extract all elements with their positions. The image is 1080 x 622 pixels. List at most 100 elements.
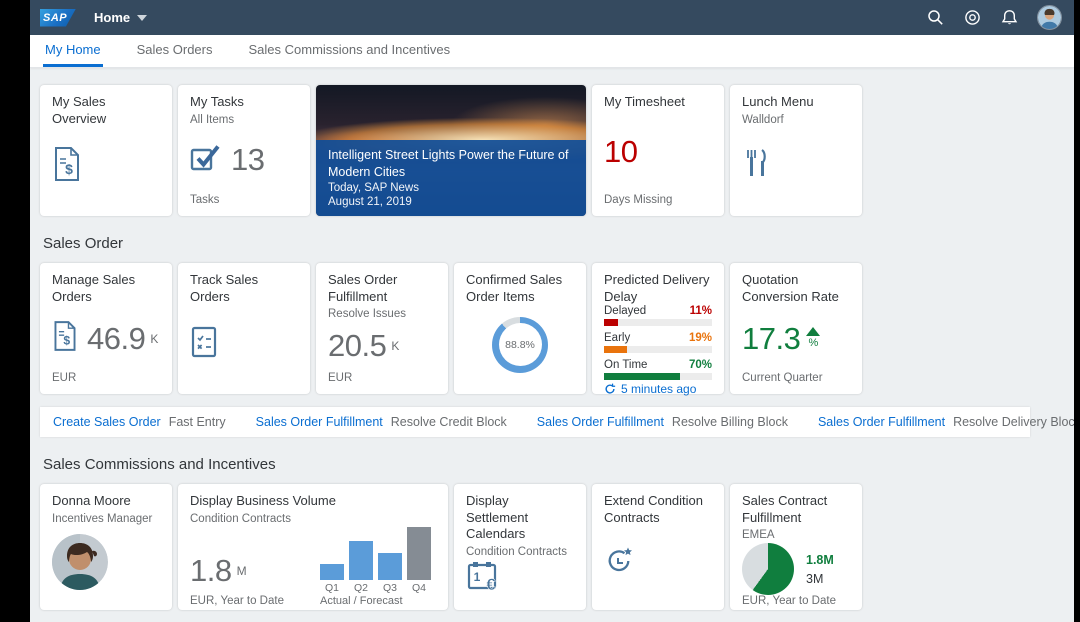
- tile-my-sales-overview[interactable]: My Sales Overview $: [40, 85, 172, 216]
- launchpad-content: My Sales Overview $ My Tasks All Items: [30, 68, 1074, 622]
- svg-text:$: $: [63, 334, 70, 348]
- chevron-down-icon: [137, 15, 147, 21]
- tile-sales-contract-fulfillment[interactable]: Sales Contract Fulfillment EMEA 1.8M 3M …: [730, 484, 862, 610]
- tile-footer: EUR: [52, 372, 160, 384]
- tile-predicted-delivery-delay[interactable]: Predicted Delivery Delay Delayed11% Earl…: [592, 263, 724, 394]
- column-q4: [407, 527, 431, 580]
- tile-donna-moore[interactable]: Donna Moore Incentives Manager: [40, 484, 172, 610]
- shell-menu-button[interactable]: Home: [94, 10, 147, 25]
- tile-title: Extend Condition Contracts: [604, 493, 712, 526]
- bar-value: 70%: [689, 359, 712, 371]
- chart-caption: Actual / Forecast: [320, 595, 436, 607]
- x-tick: Q3: [378, 582, 402, 594]
- notifications-icon[interactable]: [1000, 9, 1018, 27]
- sales-document-icon: $: [52, 320, 78, 357]
- sap-logo-text: SAP: [43, 12, 67, 24]
- bar-label: On Time: [604, 359, 647, 371]
- shell-title-text: Home: [94, 10, 130, 25]
- bar-label: Delayed: [604, 305, 646, 317]
- tile-title: My Tasks: [190, 94, 298, 111]
- sales-document-icon: $: [52, 146, 82, 187]
- tile-confirmed-sales-order-items[interactable]: Confirmed Sales Order Items 88.8%: [454, 263, 586, 394]
- tab-sales-commissions[interactable]: Sales Commissions and Incentives: [247, 35, 453, 67]
- kpi-value: 1.8: [190, 553, 232, 589]
- home-tile-row: My Sales Overview $ My Tasks All Items: [40, 85, 1064, 216]
- link-group: Sales Order Fulfillment Resolve Credit B…: [256, 415, 507, 429]
- tile-news-feed[interactable]: Intelligent Street Lights Power the Futu…: [316, 85, 586, 216]
- kpi-value: 20.5: [328, 328, 386, 364]
- section-header-commissions: Sales Commissions and Incentives: [43, 456, 1064, 473]
- bar-fill-early: [604, 346, 627, 353]
- refresh-link[interactable]: 5 minutes ago: [604, 382, 712, 396]
- tile-sales-order-fulfillment[interactable]: Sales Order Fulfillment Resolve Issues 2…: [316, 263, 448, 394]
- tile-footer: EUR: [328, 372, 436, 384]
- task-check-icon: [190, 142, 222, 177]
- tile-title: Sales Contract Fulfillment: [742, 493, 850, 526]
- tile-display-business-volume[interactable]: Display Business Volume Condition Contra…: [178, 484, 448, 610]
- link-sales-order-fulfillment[interactable]: Sales Order Fulfillment: [256, 415, 383, 429]
- user-avatar[interactable]: [1037, 5, 1062, 30]
- tile-title: Display Settlement Calendars: [466, 493, 574, 543]
- tile-extend-condition-contracts[interactable]: Extend Condition Contracts: [592, 484, 724, 610]
- extend-clock-star-icon: [604, 546, 634, 581]
- tile-title: Track Sales Orders: [190, 272, 298, 305]
- days-missing-count: 10: [604, 134, 637, 170]
- x-tick: Q1: [320, 582, 344, 594]
- kpi-value: 17.3: [742, 321, 800, 357]
- target-value: 3M: [806, 572, 834, 586]
- svg-text:$: $: [65, 161, 73, 177]
- tile-footer: Days Missing: [604, 194, 712, 206]
- tile-manage-sales-orders[interactable]: Manage Sales Orders $ 46.9 K EUR: [40, 263, 172, 394]
- link-group: Sales Order Fulfillment Resolve Billing …: [537, 415, 788, 429]
- tile-lunch-menu[interactable]: Lunch Menu Walldorf: [730, 85, 862, 216]
- link-description: Resolve Delivery Block: [953, 415, 1074, 429]
- link-create-sales-order[interactable]: Create Sales Order: [53, 415, 161, 429]
- link-description: Resolve Credit Block: [391, 415, 507, 429]
- fiori-launchpad: SAP Home My Home Sales Orders Sales Comm…: [30, 0, 1074, 622]
- news-headline: Intelligent Street Lights Power the Futu…: [328, 147, 574, 180]
- donut-center-label: 88.8%: [505, 339, 535, 351]
- tile-title: Lunch Menu: [742, 94, 850, 111]
- tile-subtitle: Incentives Manager: [52, 513, 160, 525]
- checklist-document-icon: [190, 326, 218, 363]
- bar-value: 19%: [689, 332, 712, 344]
- quick-link-strip: Create Sales Order Fast Entry Sales Orde…: [40, 407, 1030, 437]
- tile-subtitle: Condition Contracts: [190, 513, 436, 525]
- x-tick: Q4: [407, 582, 431, 594]
- link-sales-order-fulfillment[interactable]: Sales Order Fulfillment: [537, 415, 664, 429]
- tile-subtitle: Walldorf: [742, 114, 850, 126]
- copilot-icon[interactable]: [963, 9, 981, 27]
- tile-title: Confirmed Sales Order Items: [466, 272, 574, 305]
- tile-quotation-conversion-rate[interactable]: Quotation Conversion Rate 17.3 % Current…: [730, 263, 862, 394]
- shell-bar: SAP Home: [30, 0, 1074, 35]
- meal-icon: [742, 148, 768, 183]
- link-description: Fast Entry: [169, 415, 226, 429]
- column-q1: [320, 564, 344, 580]
- kpi-unit: %: [808, 337, 818, 349]
- column-q3: [378, 553, 402, 580]
- sap-logo[interactable]: SAP: [40, 9, 76, 27]
- tab-my-home[interactable]: My Home: [43, 35, 103, 67]
- link-sales-order-fulfillment[interactable]: Sales Order Fulfillment: [818, 415, 945, 429]
- tile-title: Sales Order Fulfillment: [328, 272, 436, 305]
- tile-title: My Sales Overview: [52, 94, 160, 127]
- tile-subtitle: EMEA: [742, 529, 850, 541]
- commissions-tile-row: Donna Moore Incentives Manager Display B…: [40, 484, 1064, 610]
- tile-track-sales-orders[interactable]: Track Sales Orders: [178, 263, 310, 394]
- link-group: Sales Order Fulfillment Resolve Delivery…: [818, 415, 1074, 429]
- confirmed-donut: 88.8%: [492, 317, 548, 373]
- tile-footer: Tasks: [190, 194, 298, 206]
- refresh-icon: [604, 383, 616, 395]
- anchor-tab-bar: My Home Sales Orders Sales Commissions a…: [30, 35, 1074, 68]
- tasks-count: 13: [231, 142, 264, 178]
- kpi-unit: M: [237, 564, 247, 578]
- tile-my-tasks[interactable]: My Tasks All Items 13 Tasks: [178, 85, 310, 216]
- section-header-sales-order: Sales Order: [43, 235, 1064, 252]
- tile-my-timesheet[interactable]: My Timesheet 10 Days Missing: [592, 85, 724, 216]
- link-description: Resolve Billing Block: [672, 415, 788, 429]
- person-photo-avatar: [52, 534, 108, 590]
- tab-sales-orders[interactable]: Sales Orders: [135, 35, 215, 67]
- search-icon[interactable]: [926, 9, 944, 27]
- tile-display-settlement-calendars[interactable]: Display Settlement Calendars Condition C…: [454, 484, 586, 610]
- calendar-euro-icon: 1€: [466, 560, 500, 597]
